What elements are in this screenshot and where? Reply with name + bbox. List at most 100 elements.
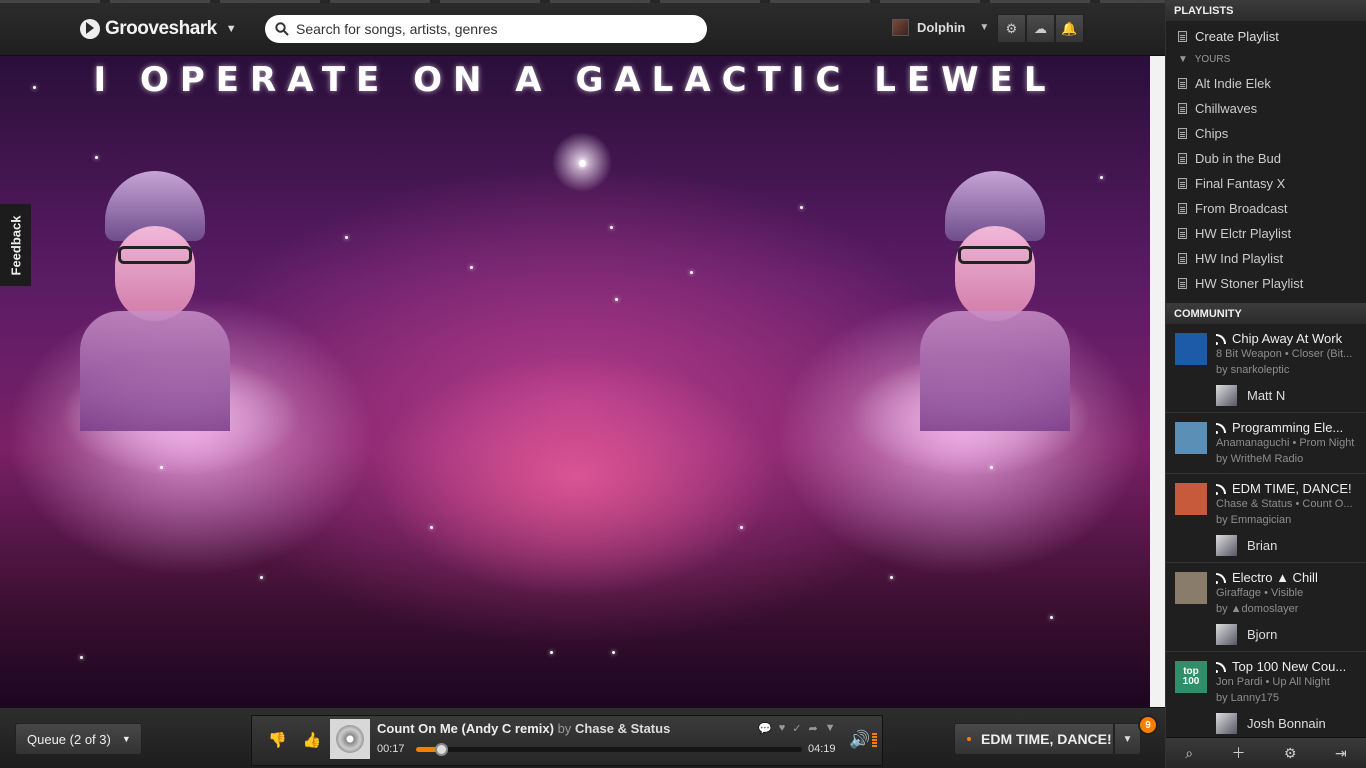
notifications-button[interactable]: 🔔 xyxy=(1055,14,1084,43)
sidebar: PLAYLISTS Create Playlist ▼ YOURS Alt In… xyxy=(1165,0,1366,768)
community-owner: by snarkoleptic xyxy=(1216,364,1290,376)
sidebar-playlist-item[interactable]: From Broadcast xyxy=(1166,196,1366,221)
listener-name: Josh Bonnain xyxy=(1247,716,1326,731)
community-track: Anamanaguchi • Prom Night xyxy=(1216,437,1355,449)
scrollbar[interactable] xyxy=(1150,56,1165,707)
settings-button[interactable]: ⚙ xyxy=(997,14,1026,43)
artwork-figure-left xyxy=(80,171,230,431)
playlist-list: Alt Indie Elek Chillwaves Chips Dub in the … xyxy=(1166,71,1366,296)
search-input[interactable] xyxy=(296,21,696,37)
sidebar-playlist-item[interactable]: HW Elctr Playlist xyxy=(1166,221,1366,246)
station-button[interactable]: EDM TIME, DANCE! xyxy=(954,723,1114,755)
community-title-row: EDM TIME, DANCE! xyxy=(1216,481,1366,496)
community-owner: by WritheM Radio xyxy=(1216,453,1304,465)
playlists-header: PLAYLISTS xyxy=(1166,0,1366,21)
community-track: 8 Bit Weapon • Closer (Bit... xyxy=(1216,348,1353,360)
community-item[interactable]: Chip Away At Work 8 Bit Weapon • Closer (… xyxy=(1166,324,1366,413)
song-title[interactable]: Count On Me (Andy C remix) xyxy=(377,721,554,736)
playlist-label: Dub in the Bud xyxy=(1195,151,1282,166)
gear-icon: ⚙ xyxy=(1005,20,1018,36)
create-playlist-button[interactable]: Create Playlist xyxy=(1166,23,1366,49)
community-owner: by Emmagician xyxy=(1216,514,1292,526)
progress-track[interactable] xyxy=(416,743,802,756)
community-item[interactable]: EDM TIME, DANCE! Chase & Status • Count O… xyxy=(1166,474,1366,563)
elapsed-time: 00:17 xyxy=(377,743,405,755)
station-menu-button[interactable]: ▼ xyxy=(1114,723,1141,755)
song-artist[interactable]: Chase & Status xyxy=(575,721,670,736)
avatar xyxy=(1216,535,1237,556)
community-item[interactable]: Programming Ele... Anamanaguchi • Prom Ni… xyxy=(1166,413,1366,474)
check-icon[interactable]: ✓ xyxy=(792,722,801,735)
upload-button[interactable]: ☁ xyxy=(1026,14,1055,43)
broadcast-icon xyxy=(1216,483,1226,495)
live-dot-icon xyxy=(967,737,971,741)
yours-section-toggle[interactable]: ▼ YOURS xyxy=(1166,49,1366,71)
sidebar-playlist-item[interactable]: Chillwaves xyxy=(1166,96,1366,121)
sidebar-playlist-item[interactable]: Chips xyxy=(1166,121,1366,146)
artwork-figure-right xyxy=(920,171,1070,431)
heart-icon[interactable]: ♥ xyxy=(779,722,786,735)
community-listener[interactable]: Josh Bonnain xyxy=(1216,713,1366,734)
community-listener[interactable]: Brian xyxy=(1216,535,1366,556)
playlist-icon xyxy=(1178,103,1187,114)
sidebar-playlist-item[interactable]: Dub in the Bud xyxy=(1166,146,1366,171)
chevron-down-icon: ▼ xyxy=(225,23,237,35)
community-owner: by ▲domoslayer xyxy=(1216,603,1299,615)
community-title: EDM TIME, DANCE! xyxy=(1232,481,1352,496)
playlist-icon xyxy=(1178,178,1187,189)
progress-knob[interactable] xyxy=(435,743,449,756)
playlist-icon xyxy=(1178,203,1187,214)
community-item[interactable]: Electro ▲ Chill Giraffage • Visible by ▲do… xyxy=(1166,563,1366,652)
top-bar: Grooveshark ▼ Dolphin ▼ ⚙ ☁ 🔔 xyxy=(0,0,1165,56)
notification-badge[interactable]: 9 xyxy=(1138,715,1158,735)
queue-label: Queue (2 of 3) xyxy=(27,731,111,747)
sidebar-playlist-item[interactable]: HW Ind Playlist xyxy=(1166,246,1366,271)
feedback-tab[interactable]: Feedback xyxy=(0,204,31,286)
sidebar-playlist-item[interactable]: Final Fantasy X xyxy=(1166,171,1366,196)
search-icon[interactable]: ⌕ xyxy=(1185,745,1193,762)
avatar xyxy=(1216,713,1237,734)
album-cover xyxy=(330,719,370,759)
community-listener[interactable]: Bjorn xyxy=(1216,624,1366,645)
queue-button[interactable]: Queue (2 of 3) ▼ xyxy=(15,723,142,755)
chevron-down-icon[interactable]: ▼ xyxy=(825,722,836,735)
playlist-icon xyxy=(1178,153,1187,164)
volume-bars xyxy=(872,733,878,747)
user-menu[interactable]: Dolphin ▼ xyxy=(892,19,989,36)
community-item[interactable]: top 100 Top 100 New Cou... Jon Pardi • Up … xyxy=(1166,652,1366,741)
add-icon[interactable]: ＋ xyxy=(1232,743,1246,763)
broadcast-icon xyxy=(1216,422,1226,434)
artwork-title: I OPERATE ON A GALACTIC LEWEL xyxy=(93,60,1057,100)
player-bar: Queue (2 of 3) ▼ 👎 👍 Count On Me (Andy C… xyxy=(0,707,1165,768)
collapse-sidebar-icon[interactable]: ⇥ xyxy=(1335,745,1347,762)
playlist-label: Chillwaves xyxy=(1195,101,1258,116)
new-playlist-icon xyxy=(1178,30,1187,42)
community-title: Programming Ele... xyxy=(1232,420,1344,435)
logo-menu[interactable]: Grooveshark ▼ xyxy=(80,17,237,41)
playlist-label: Final Fantasy X xyxy=(1195,176,1286,191)
community-track: Jon Pardi • Up All Night xyxy=(1216,676,1330,688)
volume-control[interactable]: 🔊 xyxy=(849,730,878,750)
search-box[interactable] xyxy=(265,15,707,43)
chevron-down-icon: ▼ xyxy=(121,734,131,744)
community-thumbnail xyxy=(1175,572,1207,604)
community-listener[interactable]: Matt N xyxy=(1216,385,1366,406)
share-icon[interactable]: 💬 xyxy=(758,722,772,735)
sidebar-playlist-item[interactable]: HW Stoner Playlist xyxy=(1166,271,1366,296)
thumbs-down-icon[interactable]: 👎 xyxy=(268,731,287,749)
triangle-down-icon: ▼ xyxy=(1178,54,1188,65)
tab-strip xyxy=(0,0,1165,3)
song-actions: 💬 ♥ ✓ ➦ ▼ xyxy=(758,722,836,735)
avatar xyxy=(1216,624,1237,645)
broadcast-icon xyxy=(1216,661,1226,673)
thumbs-up-icon[interactable]: 👍 xyxy=(303,731,322,749)
gear-icon[interactable]: ⚙ xyxy=(1284,745,1297,762)
sidebar-playlist-item[interactable]: Alt Indie Elek xyxy=(1166,71,1366,96)
speaker-icon: 🔊 xyxy=(849,730,871,749)
forward-icon[interactable]: ➦ xyxy=(808,722,817,735)
listener-name: Bjorn xyxy=(1247,627,1278,642)
rating-buttons: 👎 👍 xyxy=(268,731,321,749)
yours-label: YOURS xyxy=(1194,54,1231,65)
broadcast-icon xyxy=(1216,333,1226,345)
community-title-row: Programming Ele... xyxy=(1216,420,1366,435)
